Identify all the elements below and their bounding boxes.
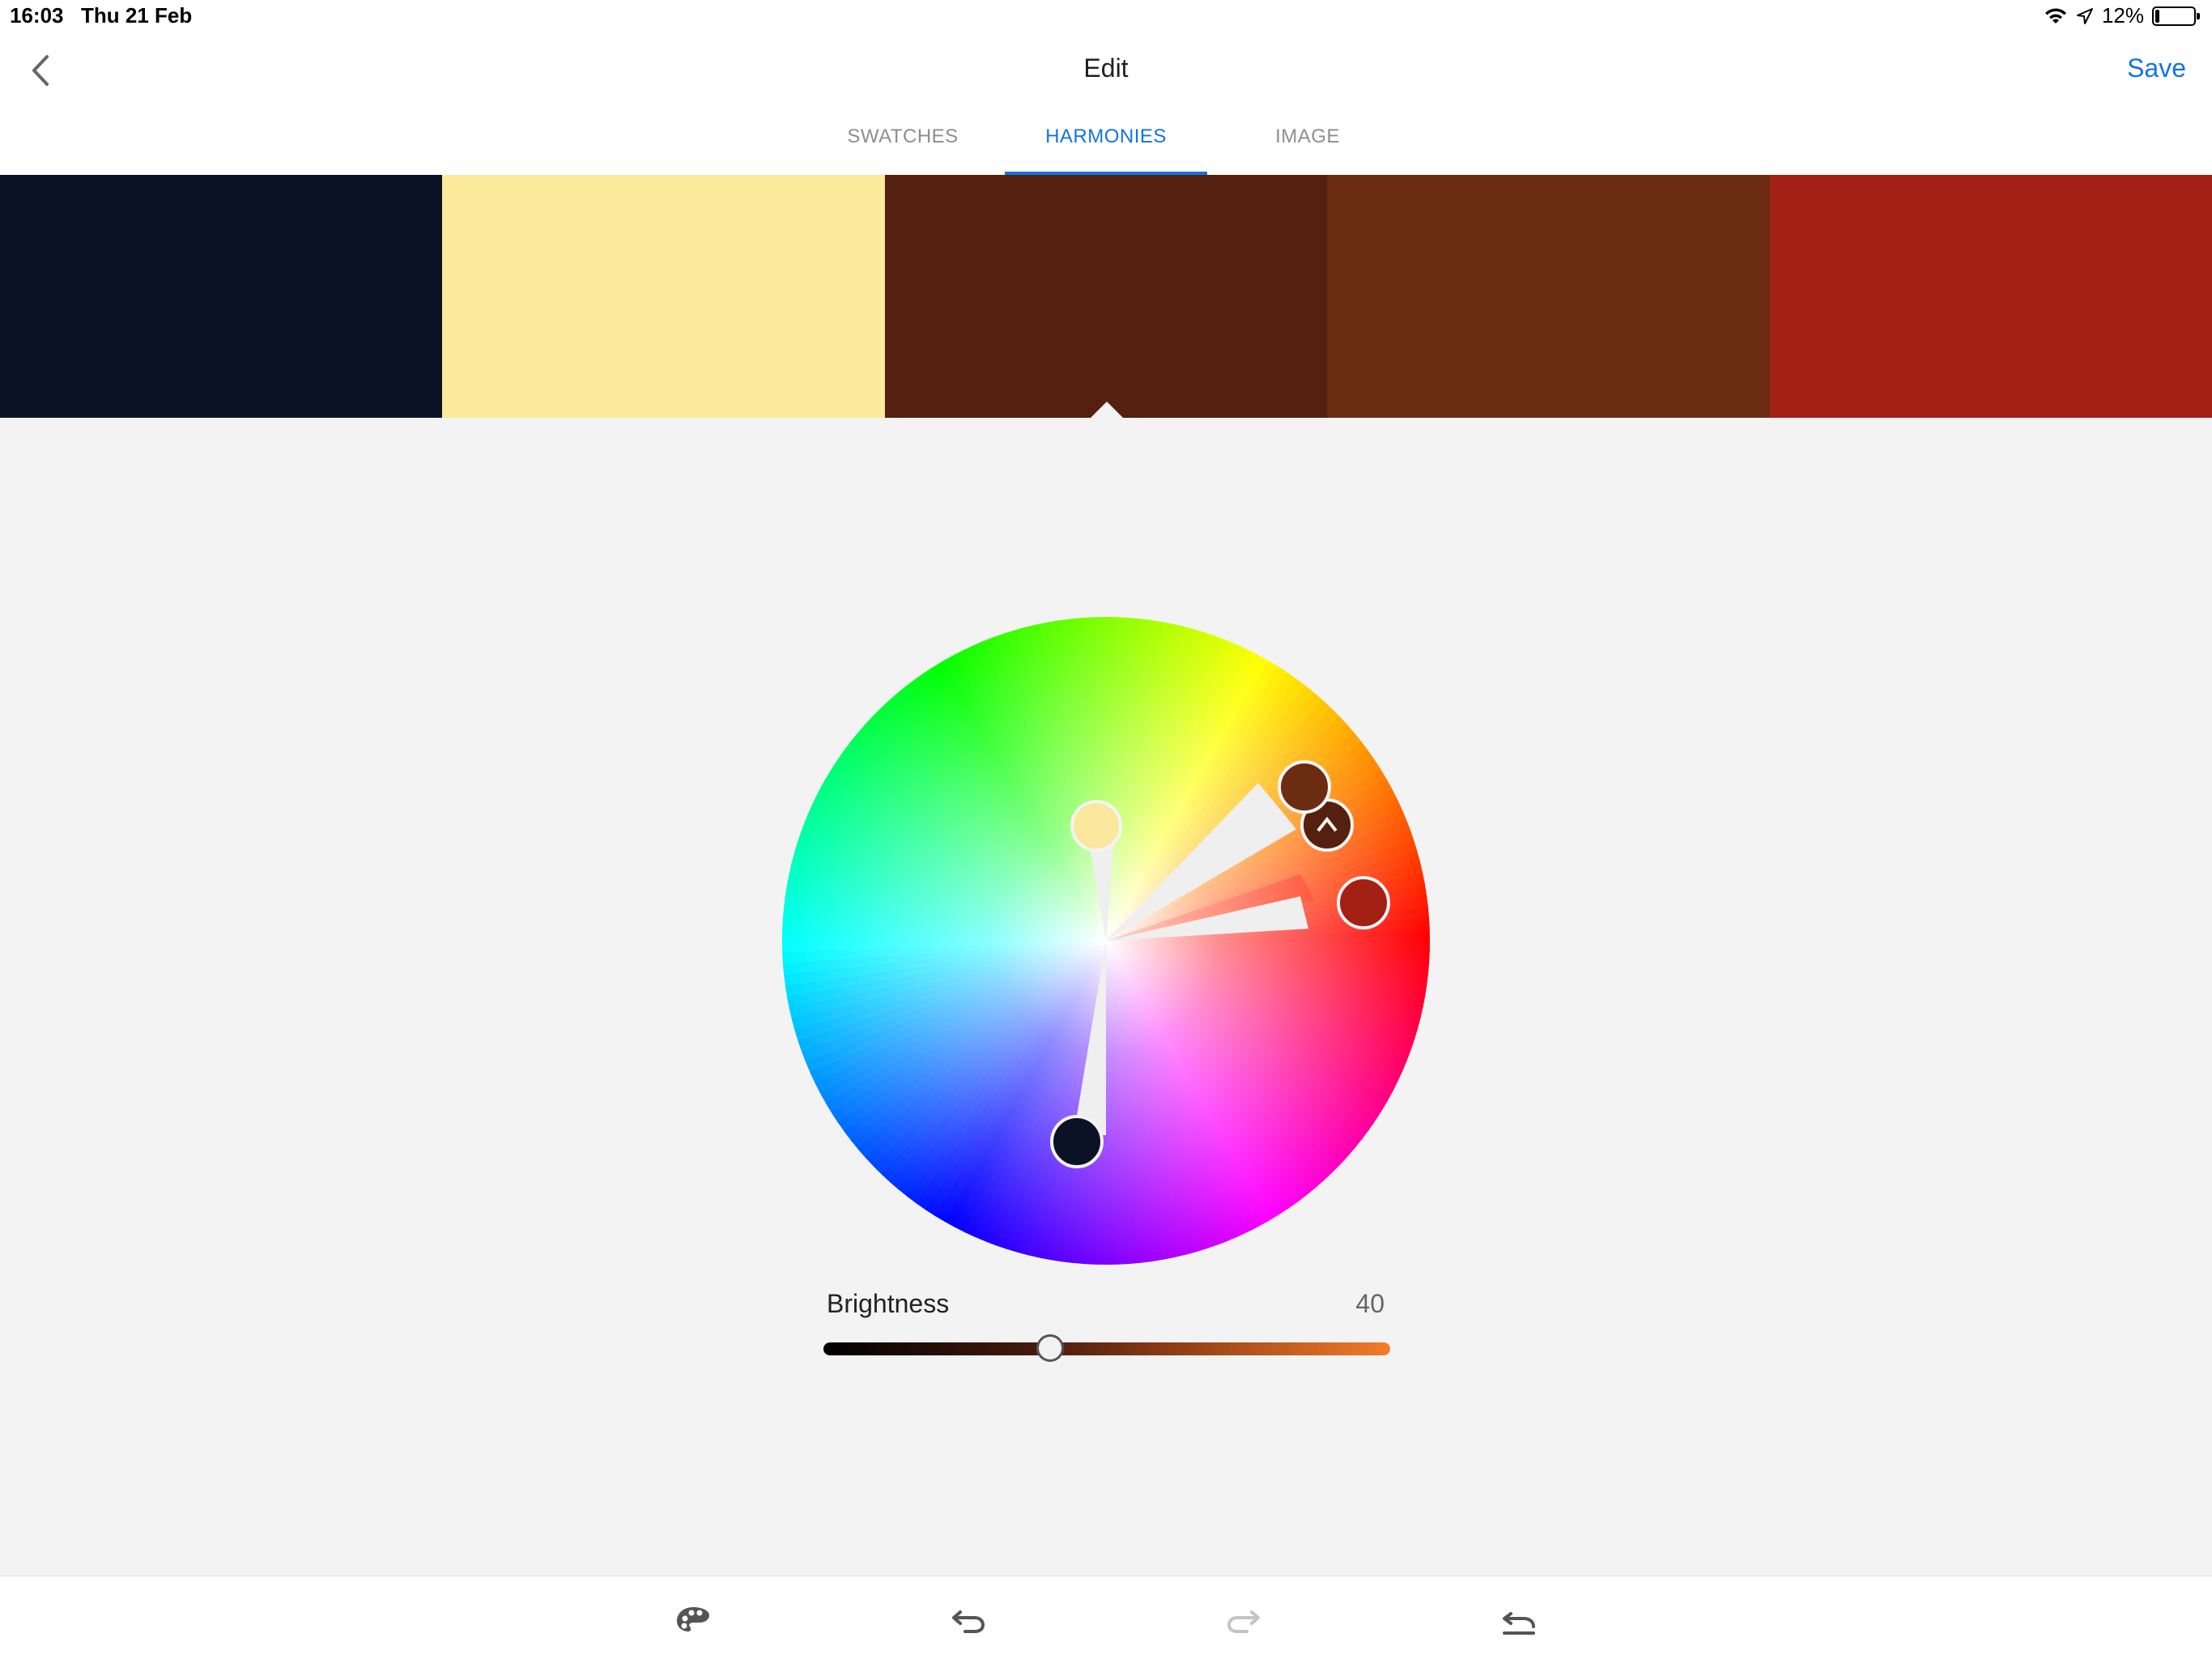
selected-swatch-pointer: [1091, 402, 1123, 418]
status-bar: 16:03 Thu 21 Feb 12%: [0, 0, 2212, 32]
page-title: Edit: [1083, 53, 1129, 83]
brightness-slider[interactable]: [823, 1342, 1390, 1355]
status-date: Thu 21 Feb: [81, 3, 193, 28]
tab-harmonies[interactable]: HARMONIES: [1005, 125, 1207, 175]
tab-image[interactable]: IMAGE: [1247, 125, 1368, 175]
brightness-slider-thumb[interactable]: [1036, 1334, 1064, 1362]
redo-icon[interactable]: [1224, 1601, 1263, 1640]
swatch-4[interactable]: [1327, 175, 1770, 418]
color-handle-navy[interactable]: [1050, 1115, 1104, 1168]
color-handle-light-yellow[interactable]: [1070, 800, 1122, 852]
color-wheel[interactable]: [782, 617, 1430, 1265]
tab-swatches[interactable]: SWATCHES: [842, 125, 963, 175]
swatch-3[interactable]: [884, 175, 1328, 418]
swatch-strip: [0, 175, 2212, 418]
bottom-toolbar: [0, 1576, 2212, 1659]
brightness-value: 40: [1355, 1289, 1385, 1318]
tab-bar: SWATCHES HARMONIES IMAGE: [0, 125, 2212, 175]
swatch-5[interactable]: [1769, 175, 2212, 418]
status-time: 16:03: [10, 3, 64, 28]
revert-icon[interactable]: [1499, 1601, 1538, 1640]
nav-bar: Edit Save SWATCHES HARMONIES IMAGE: [0, 32, 2212, 176]
swatch-1[interactable]: [0, 175, 443, 418]
wifi-icon: [2044, 7, 2066, 23]
status-right: 12%: [2044, 3, 2200, 28]
save-button[interactable]: Save: [2127, 53, 2186, 83]
color-handle-red[interactable]: [1337, 876, 1390, 929]
swatch-2[interactable]: [442, 175, 885, 418]
battery-percent: 12%: [2101, 3, 2144, 28]
color-handle-brown[interactable]: [1278, 760, 1331, 814]
undo-icon[interactable]: [949, 1601, 988, 1640]
location-icon: [2076, 7, 2093, 24]
brightness-label: Brightness: [827, 1289, 950, 1318]
battery-icon: [2152, 6, 2200, 26]
palette-icon[interactable]: [674, 1601, 713, 1640]
